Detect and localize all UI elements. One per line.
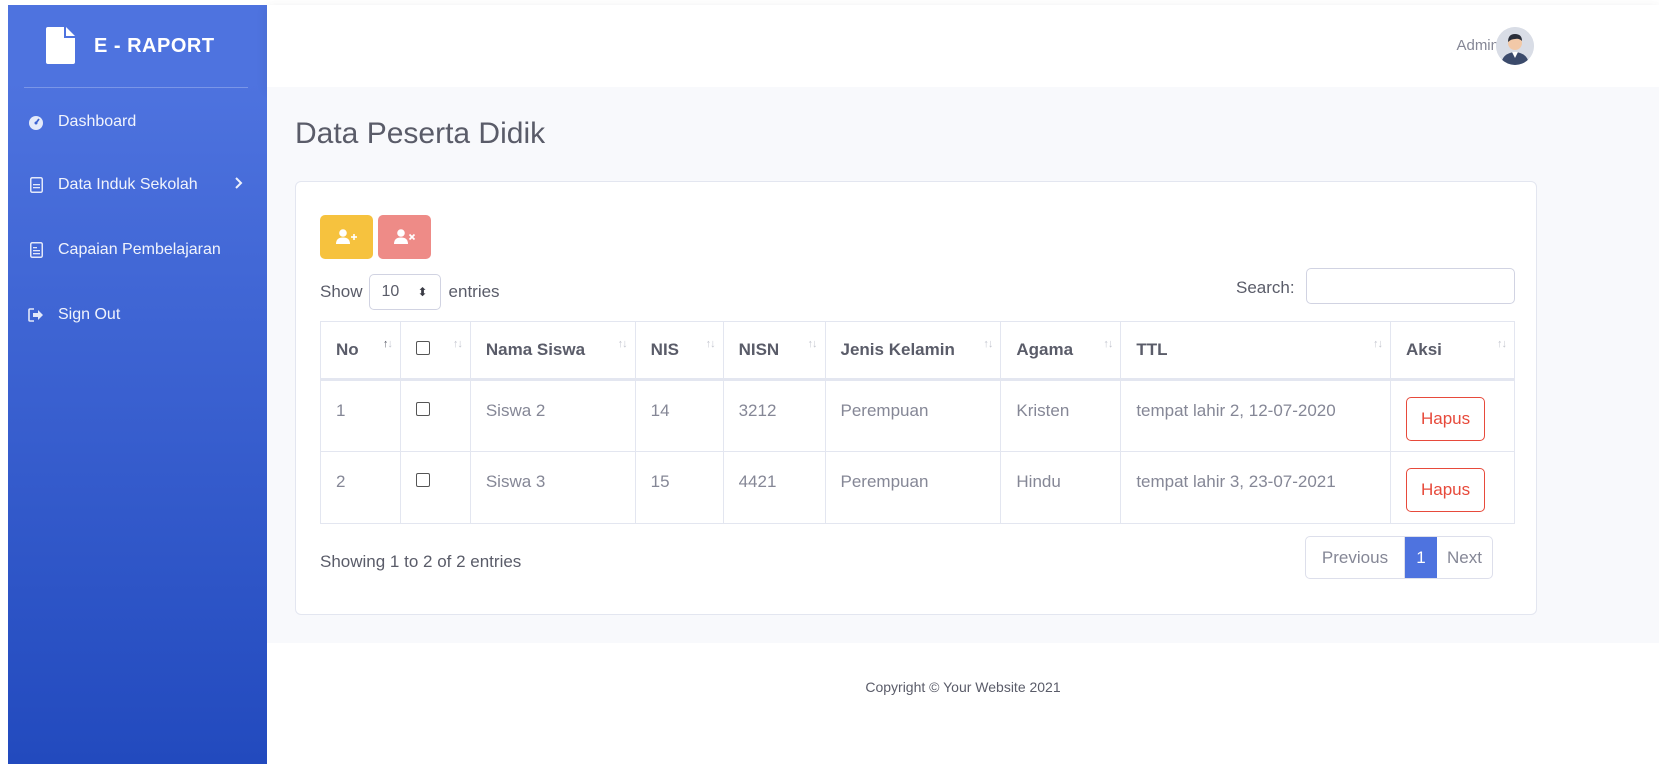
cell-ttl: tempat lahir 2, 12-07-2020 bbox=[1120, 379, 1391, 452]
column-header-nisn[interactable]: NISN ↑↓ bbox=[722, 321, 826, 381]
add-student-button[interactable] bbox=[320, 215, 373, 259]
row-checkbox[interactable] bbox=[415, 473, 430, 487]
file-icon bbox=[46, 27, 75, 64]
sidebar-divider bbox=[24, 87, 248, 88]
cell-nama: Siswa 3 bbox=[469, 451, 636, 524]
cell-aksi: Hapus bbox=[1389, 451, 1516, 524]
cell-jenis-kelamin: Perempuan bbox=[824, 379, 1002, 452]
select-all-checkbox[interactable] bbox=[415, 341, 430, 355]
show-entries-control: Show 10 ⬍ entries bbox=[320, 274, 500, 310]
sort-icon: ↑↓ bbox=[1497, 338, 1507, 350]
sidebar-item-label: Data Induk Sekolah bbox=[58, 176, 198, 193]
cell-nama: Siswa 2 bbox=[469, 379, 636, 452]
sort-icon: ↑↓ bbox=[617, 338, 628, 350]
cell-no: 2 bbox=[320, 451, 401, 524]
sidebar-item-capaian-pembelajaran[interactable]: Capaian Pembelajaran bbox=[8, 230, 267, 270]
entries-select-value: 10 bbox=[381, 283, 400, 300]
next-page-button[interactable]: Next bbox=[1437, 537, 1492, 578]
sort-icon: ↑↓ bbox=[705, 338, 716, 350]
cell-aksi: Hapus bbox=[1389, 379, 1516, 452]
hapus-button[interactable]: Hapus bbox=[1405, 468, 1486, 512]
user-times-icon bbox=[393, 229, 415, 244]
pagination: Previous 1 Next bbox=[1305, 536, 1493, 579]
cell-ttl: tempat lahir 3, 23-07-2021 bbox=[1120, 451, 1391, 524]
students-table: No ↑↓ ↑↓ Nama Siswa ↑↓ NIS ↑↓ NISN ↑↓ Jenis … bbox=[320, 321, 1516, 524]
sort-icon: ↑↓ bbox=[1103, 338, 1113, 350]
cell-select bbox=[399, 379, 471, 452]
user-name[interactable]: Admin bbox=[1456, 37, 1499, 54]
column-header-select-all[interactable]: ↑↓ bbox=[399, 321, 471, 381]
cell-nis: 15 bbox=[634, 451, 724, 524]
show-label: Show bbox=[320, 282, 363, 301]
table-row: 2 Siswa 3 15 4421 Perempuan Hindu tempat… bbox=[320, 451, 1516, 524]
avatar[interactable] bbox=[1496, 27, 1534, 65]
sidebar-item-sign-out[interactable]: Sign Out bbox=[8, 295, 267, 335]
delete-selected-button[interactable] bbox=[378, 215, 431, 259]
column-header-nis[interactable]: NIS ↑↓ bbox=[634, 321, 724, 381]
sort-icon: ↑↓ bbox=[452, 338, 463, 350]
page-1-button[interactable]: 1 bbox=[1405, 537, 1437, 578]
sidebar-item-label: Dashboard bbox=[58, 113, 137, 130]
user-plus-icon bbox=[335, 229, 357, 244]
entries-select[interactable]: 10 ⬍ bbox=[368, 274, 441, 310]
table-info: Showing 1 to 2 of 2 entries bbox=[320, 552, 522, 571]
sidebar-item-label: Capaian Pembelajaran bbox=[58, 241, 221, 258]
cell-nis: 14 bbox=[634, 379, 724, 452]
table-row: 1 Siswa 2 14 3212 Perempuan Kristen temp… bbox=[320, 379, 1516, 452]
column-header-agama[interactable]: Agama ↑↓ bbox=[1000, 321, 1122, 381]
brand[interactable]: E - RAPORT bbox=[8, 5, 267, 89]
data-card: Show 10 ⬍ entries Search: No ↑↓ ↑↓ Nama S… bbox=[295, 181, 1537, 615]
sort-icon: ↑↓ bbox=[1372, 338, 1383, 350]
column-header-ttl[interactable]: TTL ↑↓ bbox=[1120, 321, 1391, 381]
select-caret-icon: ⬍ bbox=[417, 285, 428, 299]
chevron-right-icon bbox=[234, 176, 243, 194]
tachometer-icon bbox=[28, 114, 44, 130]
entries-label: entries bbox=[448, 282, 500, 301]
column-header-aksi[interactable]: Aksi ↑↓ bbox=[1389, 321, 1516, 381]
copyright-text: Copyright © Your Website 2021 bbox=[865, 679, 1061, 695]
brand-name: E - RAPORT bbox=[94, 35, 215, 57]
column-header-jenis-kelamin[interactable]: Jenis Kelamin ↑↓ bbox=[824, 321, 1002, 381]
column-header-no[interactable]: No ↑↓ bbox=[320, 321, 401, 381]
file-alt-icon bbox=[28, 242, 44, 258]
sort-icon: ↑↓ bbox=[382, 338, 393, 350]
sign-out-icon bbox=[28, 307, 44, 323]
sidebar: E - RAPORT Dashboard Data Induk Sekolah … bbox=[8, 5, 267, 764]
cell-jenis-kelamin: Perempuan bbox=[824, 451, 1002, 524]
cell-no: 1 bbox=[320, 379, 401, 452]
sidebar-item-data-induk-sekolah[interactable]: Data Induk Sekolah bbox=[8, 165, 267, 205]
sort-icon: ↑↓ bbox=[983, 338, 993, 350]
user-avatar-icon bbox=[1496, 27, 1534, 65]
footer: Copyright © Your Website 2021 bbox=[267, 643, 1659, 764]
search-input[interactable] bbox=[1306, 268, 1515, 304]
page-title: Data Peserta Didik bbox=[295, 117, 546, 150]
sort-icon: ↑↓ bbox=[807, 338, 818, 350]
cell-nisn: 3212 bbox=[722, 379, 826, 452]
row-checkbox[interactable] bbox=[415, 402, 430, 416]
sidebar-item-dashboard[interactable]: Dashboard bbox=[8, 102, 267, 142]
table-header-row: No ↑↓ ↑↓ Nama Siswa ↑↓ NIS ↑↓ NISN ↑↓ Jenis … bbox=[320, 321, 1516, 381]
hapus-button[interactable]: Hapus bbox=[1405, 397, 1486, 441]
sidebar-item-label: Sign Out bbox=[58, 306, 121, 323]
main-content: Data Peserta Didik Show 10 ⬍ entries Sea… bbox=[267, 87, 1659, 643]
topbar: Admin bbox=[267, 5, 1659, 87]
cell-select bbox=[399, 451, 471, 524]
cell-agama: Kristen bbox=[1000, 379, 1122, 452]
file-alt-icon bbox=[28, 177, 44, 193]
cell-nisn: 4421 bbox=[722, 451, 826, 524]
column-header-nama-siswa[interactable]: Nama Siswa ↑↓ bbox=[469, 321, 636, 381]
search-label: Search: bbox=[1236, 278, 1295, 297]
previous-page-button[interactable]: Previous bbox=[1306, 537, 1405, 578]
cell-agama: Hindu bbox=[1000, 451, 1122, 524]
